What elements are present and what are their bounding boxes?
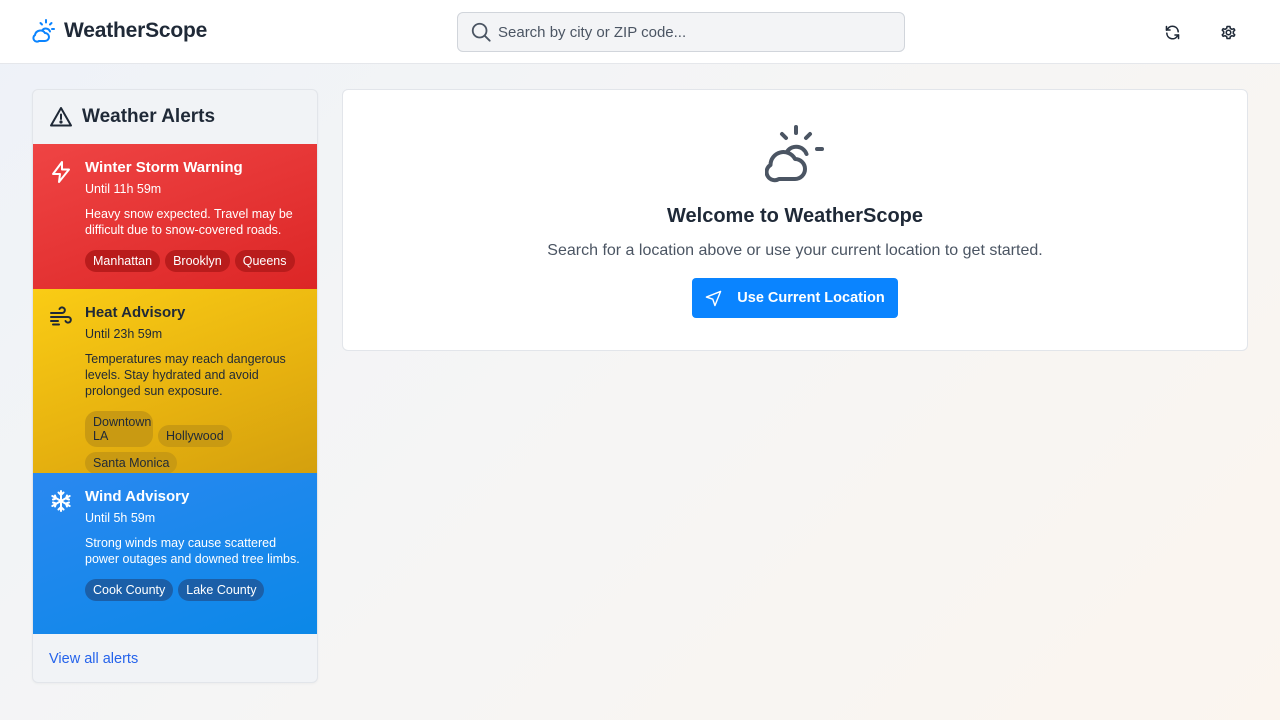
alert-expiry: Until 5h 59m xyxy=(85,511,156,525)
use-current-location-button[interactable]: Use Current Location xyxy=(692,278,898,318)
alert-title: Winter Storm Warning xyxy=(85,159,243,176)
alerts-header: Weather Alerts xyxy=(33,90,317,144)
alert-card-heat-advisory[interactable]: Heat Advisory Until 23h 59m Temperatures… xyxy=(33,289,317,474)
area-tag[interactable]: Lake County xyxy=(178,579,265,601)
welcome-title: Welcome to WeatherScope xyxy=(667,205,923,227)
use-current-location-label: Use Current Location xyxy=(737,290,885,306)
brand-sun-cloud-icon xyxy=(32,19,55,43)
navigation-arrow-icon xyxy=(705,290,722,306)
area-tag[interactable]: Cook County xyxy=(85,579,174,601)
search-bar[interactable] xyxy=(457,12,905,52)
welcome-card: Welcome to WeatherScope Search for a loc… xyxy=(342,89,1248,351)
search-input[interactable] xyxy=(498,23,878,41)
area-tag[interactable]: Queens xyxy=(234,250,295,272)
alert-area-tags: Cook County Lake County xyxy=(85,579,301,601)
area-tag[interactable]: Downtown LA xyxy=(85,411,153,447)
alert-description: Strong winds may cause scattered power o… xyxy=(85,536,300,566)
alert-title: Heat Advisory xyxy=(85,304,186,321)
weather-alerts-panel: Weather Alerts Winter Storm Warning Unti… xyxy=(32,89,318,683)
alert-expiry: Until 23h 59m xyxy=(85,327,163,341)
refresh-icon xyxy=(1165,24,1179,40)
refresh-button[interactable] xyxy=(1160,20,1184,44)
warning-triangle-icon xyxy=(50,107,72,127)
brand[interactable]: WeatherScope xyxy=(32,18,207,44)
alert-area-tags: Downtown LA Hollywood Santa Monica xyxy=(85,411,301,474)
alert-expiry: Until 11h 59m xyxy=(85,182,162,196)
gear-icon xyxy=(1220,25,1236,39)
alert-description: Temperatures may reach dangerous levels.… xyxy=(85,352,286,398)
area-tag[interactable]: Hollywood xyxy=(158,425,232,447)
app-header: WeatherScope xyxy=(0,0,1280,64)
welcome-subtitle: Search for a location above or use your … xyxy=(547,242,1043,259)
wind-icon xyxy=(50,306,72,326)
alert-title: Wind Advisory xyxy=(85,488,190,505)
area-tag[interactable]: Santa Monica xyxy=(85,452,178,474)
lightning-icon xyxy=(52,161,70,183)
area-tag[interactable]: Manhattan xyxy=(85,250,161,272)
search-icon xyxy=(471,22,491,42)
view-all-alerts-link[interactable]: View all alerts xyxy=(49,651,138,667)
alert-area-tags: Manhattan Brooklyn Queens xyxy=(85,250,301,272)
sun-cloud-icon xyxy=(765,125,824,183)
area-tag[interactable]: Brooklyn xyxy=(165,250,230,272)
alert-description: Heavy snow expected. Travel may be diffi… xyxy=(85,207,293,237)
alert-card-wind-advisory[interactable]: Wind Advisory Until 5h 59m Strong winds … xyxy=(33,473,317,634)
alerts-title: Weather Alerts xyxy=(82,106,216,127)
alert-card-winter-storm[interactable]: Winter Storm Warning Until 11h 59m Heavy… xyxy=(33,144,317,289)
app-name: WeatherScope xyxy=(64,19,208,42)
settings-button[interactable] xyxy=(1216,20,1240,44)
snowflake-icon xyxy=(51,490,71,512)
